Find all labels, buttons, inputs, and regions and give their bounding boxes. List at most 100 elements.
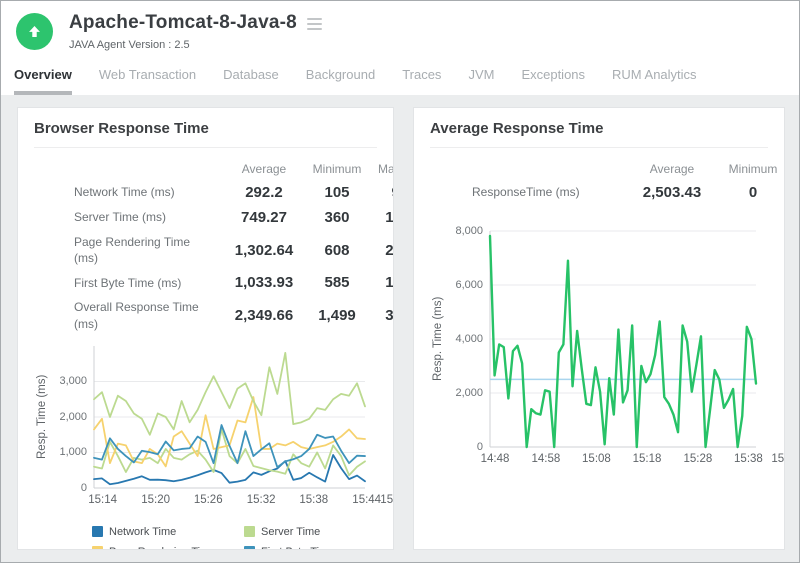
metric-minimum: 1,499 <box>306 307 368 324</box>
legend-swatch-icon <box>244 526 255 537</box>
x-tick-label: 15:.. <box>771 453 785 465</box>
table-row: Server Time (ms) 749.27 360 1,658 <box>34 205 393 230</box>
y-axis-title: Resp. Time (ms) <box>430 231 446 447</box>
table-header-row: Average Minimum Maximum <box>430 158 784 180</box>
y-tick-label: 2,000 <box>59 411 87 423</box>
metric-average: 1,302.64 <box>222 242 306 259</box>
title-block: Apache-Tomcat-8-Java-8 JAVA Agent Versio… <box>69 12 322 51</box>
table-row: First Byte Time (ms) 1,033.93 585 1,774 <box>34 270 393 295</box>
legend-item: Server Time <box>244 526 393 538</box>
page-title: Apache-Tomcat-8-Java-8 <box>69 12 297 34</box>
y-tick-label: 4,000 <box>455 333 483 345</box>
col-minimum: Minimum <box>722 162 784 176</box>
y-tick-label: 0 <box>477 441 483 453</box>
series-line-overall-response-time <box>94 353 365 435</box>
x-tick-label: 15:28 <box>683 453 712 465</box>
metric-maximum: 3,807 <box>368 307 394 324</box>
x-tick-label: 15:08 <box>582 453 611 465</box>
average-metrics-table: Average Minimum Maximum ResponseTime (ms… <box>430 158 784 205</box>
divider <box>34 147 377 148</box>
legend-swatch-icon <box>92 526 103 537</box>
tab-overview[interactable]: Overview <box>14 61 72 95</box>
metric-maximum: 930 <box>368 184 394 201</box>
x-tick-label: 15:44 <box>352 494 381 506</box>
metric-maximum: 1,658 <box>368 209 394 226</box>
metric-average: 2,349.66 <box>222 307 306 324</box>
tab-jvm[interactable]: JVM <box>468 61 494 95</box>
x-tick-label: 14:48 <box>481 453 510 465</box>
browser-metrics-table: Average Minimum Maximum Network Time (ms… <box>34 158 393 336</box>
metric-maximum: 2,561 <box>368 242 394 259</box>
legend-label: Page Rendering Time <box>109 546 215 550</box>
tab-background[interactable]: Background <box>306 61 375 95</box>
metric-average: 2,503.43 <box>622 184 722 201</box>
y-tick-labels: 02,0004,0006,0008,000 <box>446 231 490 447</box>
metric-minimum: 0 <box>722 184 784 201</box>
x-tick-label: 15:20 <box>141 494 170 506</box>
legend-item: Network Time <box>92 526 244 538</box>
metric-minimum: 105 <box>306 184 368 201</box>
plot-area <box>94 346 365 488</box>
dashboard-content: Browser Response Time Average Minimum Ma… <box>1 95 799 563</box>
hamburger-menu-icon[interactable] <box>307 16 322 30</box>
table-row: Overall Response Time (ms) 2,349.66 1,49… <box>34 295 393 335</box>
browser-response-chart: Resp. Time (ms) 01,0002,0003,000 15:1415… <box>34 346 393 550</box>
up-arrow-icon <box>26 23 43 40</box>
col-average: Average <box>622 162 722 176</box>
average-response-chart: Resp. Time (ms) 02,0004,0006,0008,000 14… <box>430 231 784 471</box>
legend-label: Server Time <box>261 526 320 538</box>
metric-label: Page Rendering Time (ms) <box>74 234 222 266</box>
x-tick-label: 15:38 <box>299 494 328 506</box>
x-tick-labels: 14:4814:5815:0815:1815:2815:3815:.. <box>490 453 784 471</box>
average-response-panel: Average Response Time Average Minimum Ma… <box>413 107 785 550</box>
tab-bar: Overview Web Transaction Database Backgr… <box>1 51 799 95</box>
plot-area <box>490 231 756 447</box>
metric-average: 749.27 <box>222 209 306 226</box>
y-tick-label: 1,000 <box>59 446 87 458</box>
tab-web-transaction[interactable]: Web Transaction <box>99 61 196 95</box>
metric-maximum: 1,774 <box>368 274 394 291</box>
agent-version-label: JAVA Agent Version : 2.5 <box>69 39 322 51</box>
metric-label: Server Time (ms) <box>74 209 222 225</box>
chart-legend: Network Time Server Time Page Rendering Ti… <box>92 526 393 550</box>
metric-label: Overall Response Time (ms) <box>74 299 222 331</box>
col-maximum: Maximum <box>784 162 785 176</box>
status-up-icon <box>16 13 53 50</box>
y-tick-label: 0 <box>81 482 87 494</box>
x-tick-label: 15:38 <box>734 453 763 465</box>
app-header: Apache-Tomcat-8-Java-8 JAVA Agent Versio… <box>1 1 799 51</box>
col-minimum: Minimum <box>306 162 368 176</box>
metric-label: First Byte Time (ms) <box>74 275 222 291</box>
metric-average: 1,033.93 <box>222 274 306 291</box>
x-tick-label: 15:.. <box>380 494 394 506</box>
tab-exceptions[interactable]: Exceptions <box>521 61 585 95</box>
app-window: Apache-Tomcat-8-Java-8 JAVA Agent Versio… <box>0 0 800 563</box>
x-tick-label: 15:32 <box>247 494 276 506</box>
x-tick-label: 15:26 <box>194 494 223 506</box>
col-maximum: Maximum <box>368 162 394 176</box>
series-line-responsetime <box>490 236 756 447</box>
legend-swatch-icon <box>244 546 255 550</box>
x-tick-label: 14:58 <box>531 453 560 465</box>
x-tick-label: 15:18 <box>633 453 662 465</box>
table-row: ResponseTime (ms) 2,503.43 0 7,815 <box>430 180 784 205</box>
metric-label: Network Time (ms) <box>74 184 222 200</box>
metric-maximum: 7,815 <box>784 184 785 201</box>
tab-traces[interactable]: Traces <box>402 61 441 95</box>
col-average: Average <box>222 162 306 176</box>
legend-item: Page Rendering Time <box>92 546 244 550</box>
y-tick-label: 6,000 <box>455 279 483 291</box>
legend-label: First Byte Time <box>261 546 334 550</box>
series-line-network-time <box>94 455 365 484</box>
y-tick-label: 3,000 <box>59 375 87 387</box>
table-header-row: Average Minimum Maximum <box>34 158 393 180</box>
table-row: Page Rendering Time (ms) 1,302.64 608 2,… <box>34 230 393 270</box>
legend-label: Network Time <box>109 526 176 538</box>
y-tick-label: 2,000 <box>455 387 483 399</box>
legend-item: First Byte Time <box>244 546 393 550</box>
tab-rum-analytics[interactable]: RUM Analytics <box>612 61 697 95</box>
tab-database[interactable]: Database <box>223 61 279 95</box>
metric-label: ResponseTime (ms) <box>472 184 622 200</box>
metric-minimum: 360 <box>306 209 368 226</box>
panel-title-browser: Browser Response Time <box>34 120 393 147</box>
